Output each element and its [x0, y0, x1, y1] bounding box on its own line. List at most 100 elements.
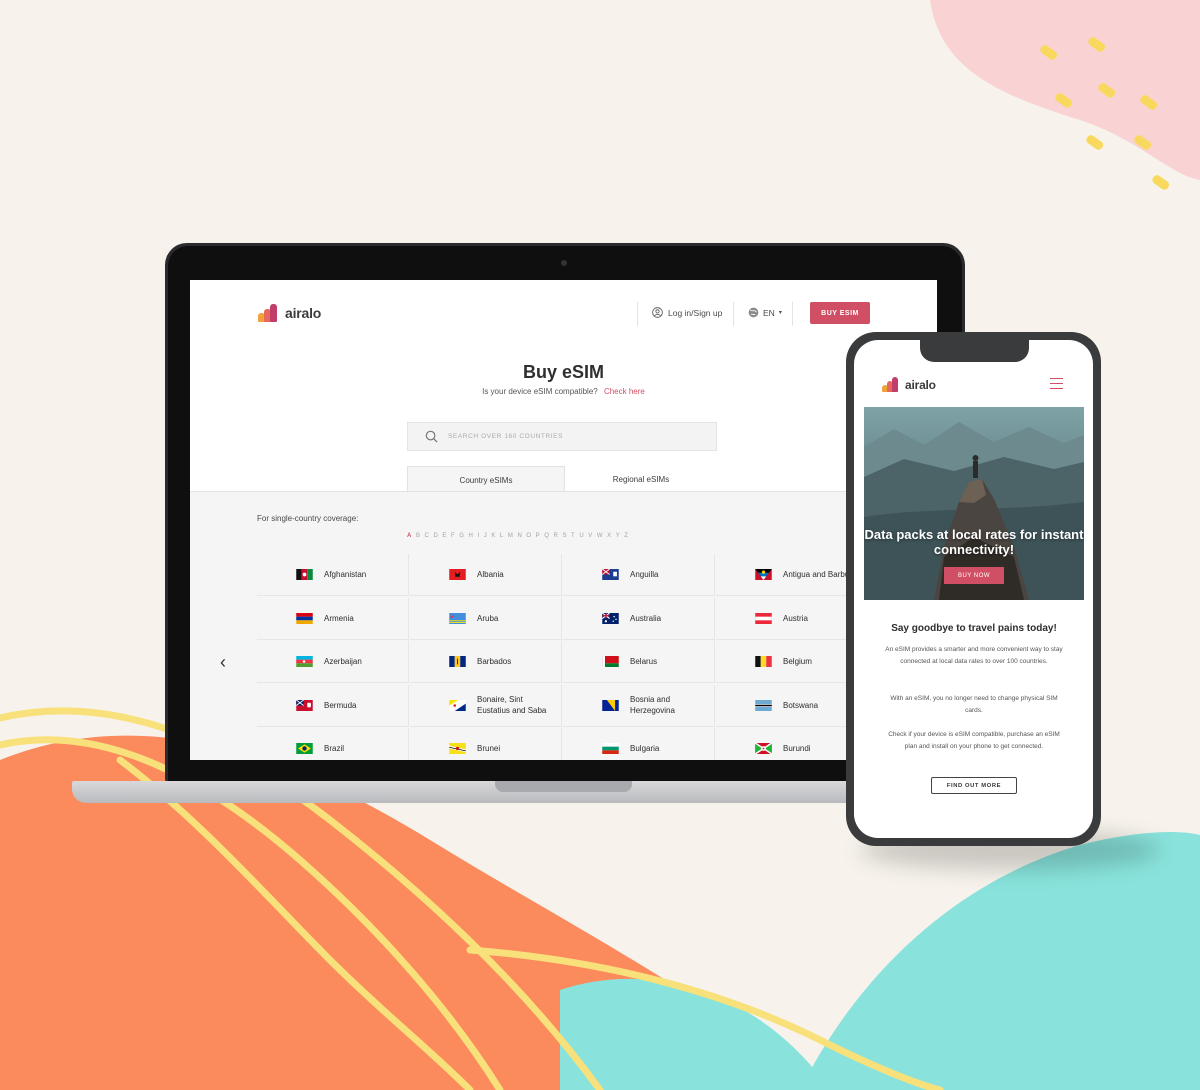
country-item[interactable]: Bosnia and Herzegovina	[563, 684, 715, 727]
country-item[interactable]: Armenia	[257, 597, 409, 640]
info-paragraph: Check if your device is eSIM compatible,…	[888, 731, 1060, 750]
country-search[interactable]: SEARCH OVER 160 COUNTRIES	[407, 422, 717, 451]
country-name: Bonaire, Sint Eustatius and Saba	[477, 695, 547, 715]
country-item[interactable]: Bermuda	[257, 684, 409, 727]
country-item[interactable]: Bulgaria	[563, 728, 715, 760]
mobile-screen: airalo Data packs at local rates for ins…	[854, 340, 1093, 838]
country-item[interactable]: Afghanistan	[257, 554, 409, 596]
airalo-logo-mark	[882, 377, 900, 392]
section-title: Say goodbye to travel pains today!	[891, 623, 1057, 634]
alphabet-letter[interactable]: V	[588, 533, 592, 539]
country-name: Botswana	[783, 700, 819, 710]
alphabet-letter[interactable]: I	[477, 533, 479, 539]
alphabet-letter[interactable]: C	[425, 533, 430, 539]
country-item[interactable]: Belarus	[563, 641, 715, 683]
country-item[interactable]: Brunei	[410, 728, 562, 760]
country-item[interactable]: Azerbaijan	[257, 641, 409, 683]
country-item[interactable]: Brazil	[257, 728, 409, 760]
azerbaijan-flag-icon	[296, 656, 313, 667]
country-name: Austria	[783, 613, 808, 623]
country-name: Bulgaria	[630, 744, 660, 753]
alphabet-letter[interactable]: J	[484, 533, 487, 539]
botswana-flag-icon	[755, 699, 772, 711]
airalo-logo[interactable]: airalo	[258, 304, 321, 322]
alphabet-letter[interactable]: A	[407, 533, 412, 539]
belarus-flag-icon	[602, 656, 619, 667]
country-item[interactable]: Bonaire, Sint Eustatius and Saba	[410, 684, 562, 727]
country-name: Armenia	[324, 613, 354, 623]
chevron-down-icon: ▾	[778, 310, 782, 316]
alphabet-filter: ABCDEFGHIJKLMNOPQRSTUVWXYZ	[407, 533, 628, 539]
alphabet-letter[interactable]: W	[597, 533, 603, 539]
laptop-camera	[561, 260, 567, 266]
nav-divider	[733, 302, 734, 326]
hero-banner: Data packs at local rates for instant co…	[864, 407, 1084, 600]
alphabet-letter[interactable]: G	[459, 533, 464, 539]
brunei-flag-icon	[449, 743, 466, 754]
info-paragraph: An eSIM provides a smarter and more conv…	[885, 646, 1063, 665]
alphabet-letter[interactable]: L	[500, 533, 504, 539]
country-item[interactable]: Australia	[563, 597, 715, 640]
country-name: Aruba	[477, 613, 499, 623]
language-selector[interactable]: EN ▾	[748, 307, 782, 318]
alphabet-letter[interactable]: T	[571, 533, 575, 539]
buy-now-button[interactable]: BUY NOW	[944, 567, 1004, 584]
anguilla-flag-icon	[602, 569, 619, 580]
alphabet-letter[interactable]: K	[491, 533, 495, 539]
country-name: Burundi	[783, 744, 811, 753]
antigua-flag-icon	[755, 569, 772, 580]
airalo-logo[interactable]: airalo	[882, 377, 936, 392]
albania-flag-icon	[449, 569, 466, 580]
search-input[interactable]: SEARCH OVER 160 COUNTRIES	[448, 433, 563, 440]
australia-flag-icon	[602, 612, 619, 624]
country-item[interactable]: Aruba	[410, 597, 562, 640]
login-label: Log in/Sign up	[668, 307, 723, 318]
alphabet-letter[interactable]: U	[579, 533, 584, 539]
alphabet-letter[interactable]: N	[517, 533, 522, 539]
alphabet-letter[interactable]: F	[451, 533, 455, 539]
info-paragraph: With an eSIM, you no longer need to chan…	[890, 695, 1058, 714]
user-icon	[652, 307, 663, 318]
coverage-label: For single-country coverage:	[257, 514, 359, 523]
country-name: Belarus	[630, 657, 658, 666]
alphabet-letter[interactable]: S	[562, 533, 566, 539]
alphabet-letter[interactable]: Z	[624, 533, 628, 539]
hamburger-menu-icon[interactable]	[1050, 378, 1063, 390]
check-here-link[interactable]: Check here	[604, 387, 645, 396]
country-item[interactable]: Anguilla	[563, 554, 715, 596]
country-name: Brunei	[477, 744, 501, 753]
alphabet-letter[interactable]: R	[554, 533, 559, 539]
logo-text: airalo	[905, 377, 936, 392]
login-link[interactable]: Log in/Sign up	[652, 307, 722, 318]
aruba-flag-icon	[449, 612, 466, 624]
alphabet-letter[interactable]: X	[607, 533, 611, 539]
country-list-section: For single-country coverage: ABCDEFGHIJK…	[190, 491, 937, 760]
language-label: EN	[763, 307, 775, 318]
alphabet-letter[interactable]: M	[508, 533, 513, 539]
chevron-left-icon[interactable]: ‹	[220, 652, 226, 673]
desktop-navbar: airalo Log in/Sign up EN ▾ BUY ESIM	[190, 280, 937, 346]
alphabet-letter[interactable]: H	[469, 533, 474, 539]
country-item[interactable]: Barbados	[410, 641, 562, 683]
phone-notch	[920, 340, 1029, 362]
alphabet-letter[interactable]: P	[536, 533, 540, 539]
alphabet-letter[interactable]: Q	[544, 533, 549, 539]
country-name: Afghanistan	[324, 570, 367, 579]
tab-regional-esims[interactable]: Regional eSIMs	[563, 467, 719, 492]
find-out-more-button[interactable]: FIND OUT MORE	[931, 777, 1017, 794]
alphabet-letter[interactable]: E	[442, 533, 446, 539]
desktop-screen: airalo Log in/Sign up EN ▾ BUY ESIM Buy …	[190, 280, 937, 760]
nav-divider	[637, 302, 638, 326]
alphabet-letter[interactable]: B	[416, 533, 420, 539]
alphabet-letter[interactable]: Y	[616, 533, 620, 539]
alphabet-letter[interactable]: O	[526, 533, 531, 539]
laptop-base-notch	[495, 781, 632, 792]
tab-country-esims[interactable]: Country eSIMs	[407, 466, 565, 493]
buy-esim-button[interactable]: BUY ESIM	[810, 302, 870, 324]
barbados-flag-icon	[449, 656, 466, 667]
country-item[interactable]: Albania	[410, 554, 562, 596]
armenia-flag-icon	[296, 612, 313, 624]
hero-title: Data packs at local rates for instant co…	[864, 527, 1084, 557]
globe-icon	[748, 307, 759, 318]
alphabet-letter[interactable]: D	[433, 533, 438, 539]
